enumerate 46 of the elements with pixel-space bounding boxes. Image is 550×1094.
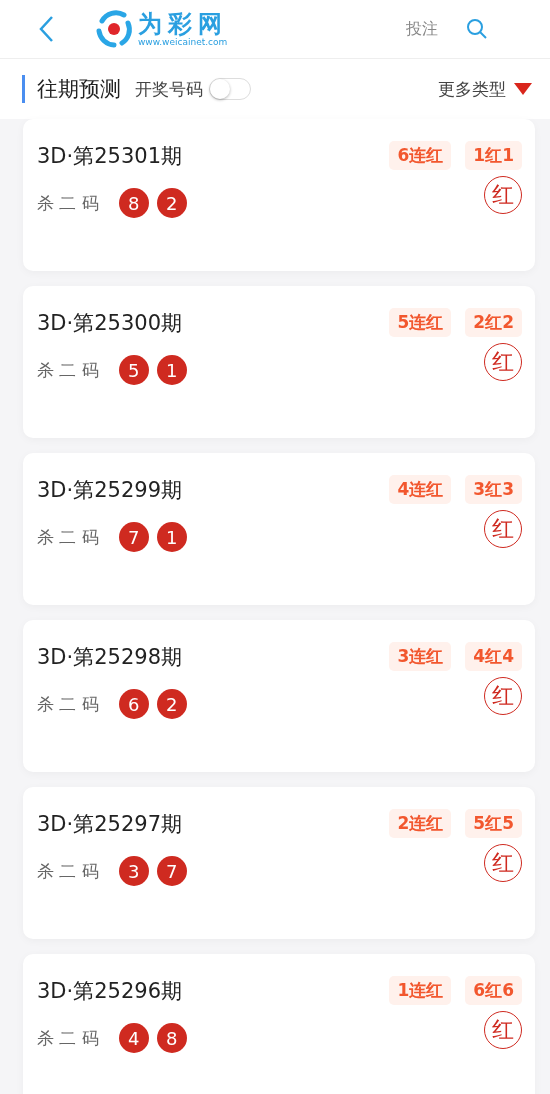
kill-label: 杀 二 码 xyxy=(37,358,99,382)
number-ball: 2 xyxy=(156,188,187,218)
toggle-switch[interactable] xyxy=(209,78,251,100)
more-types-link[interactable]: 更多类型 xyxy=(438,77,506,101)
toggle-label: 开奖号码 xyxy=(135,77,203,101)
number-ball: 7 xyxy=(156,856,187,886)
kill-label: 杀 二 码 xyxy=(37,191,99,215)
ratio-tag: 4红4 xyxy=(465,642,522,671)
issue-title: 3D·第25298期 xyxy=(37,643,182,671)
ratio-tag: 2红2 xyxy=(465,308,522,337)
number-ball: 3 xyxy=(118,856,149,886)
issue-title: 3D·第25300期 xyxy=(37,309,182,337)
streak-tag: 4连红 xyxy=(389,475,452,504)
logo-url: www.weicainet.com xyxy=(138,37,228,47)
number-ball: 7 xyxy=(118,522,149,552)
kill-label: 杀 二 码 xyxy=(37,1026,99,1050)
kill-label: 杀 二 码 xyxy=(37,692,99,716)
issue-title: 3D·第25299期 xyxy=(37,476,182,504)
number-ball: 6 xyxy=(118,689,149,719)
logo-icon xyxy=(94,9,134,49)
issue-title: 3D·第25296期 xyxy=(37,977,182,1005)
issue-title: 3D·第25297期 xyxy=(37,810,182,838)
ratio-tag: 3红3 xyxy=(465,475,522,504)
dropdown-icon[interactable] xyxy=(514,83,532,95)
streak-tag: 5连红 xyxy=(389,308,452,337)
number-ball: 4 xyxy=(118,1023,149,1053)
logo-name: 为彩网 xyxy=(138,11,228,37)
kill-label: 杀 二 码 xyxy=(37,859,99,883)
kill-label: 杀 二 码 xyxy=(37,525,99,549)
search-icon[interactable] xyxy=(466,18,488,40)
ratio-tag: 6红6 xyxy=(465,976,522,1005)
section-title: 往期预测 xyxy=(22,75,121,103)
bet-link[interactable]: 投注 xyxy=(406,18,438,40)
issue-title: 3D·第25301期 xyxy=(37,142,182,170)
streak-tag: 1连红 xyxy=(389,976,452,1005)
number-ball: 1 xyxy=(156,355,187,385)
number-ball: 5 xyxy=(118,355,149,385)
streak-tag: 6连红 xyxy=(389,141,452,170)
ratio-tag: 1红1 xyxy=(465,141,522,170)
number-ball: 8 xyxy=(118,188,149,218)
ratio-tag: 5红5 xyxy=(465,809,522,838)
number-ball: 1 xyxy=(156,522,187,552)
number-ball: 2 xyxy=(156,689,187,719)
streak-tag: 2连红 xyxy=(389,809,452,838)
number-ball: 8 xyxy=(156,1023,187,1053)
streak-tag: 3连红 xyxy=(389,642,452,671)
